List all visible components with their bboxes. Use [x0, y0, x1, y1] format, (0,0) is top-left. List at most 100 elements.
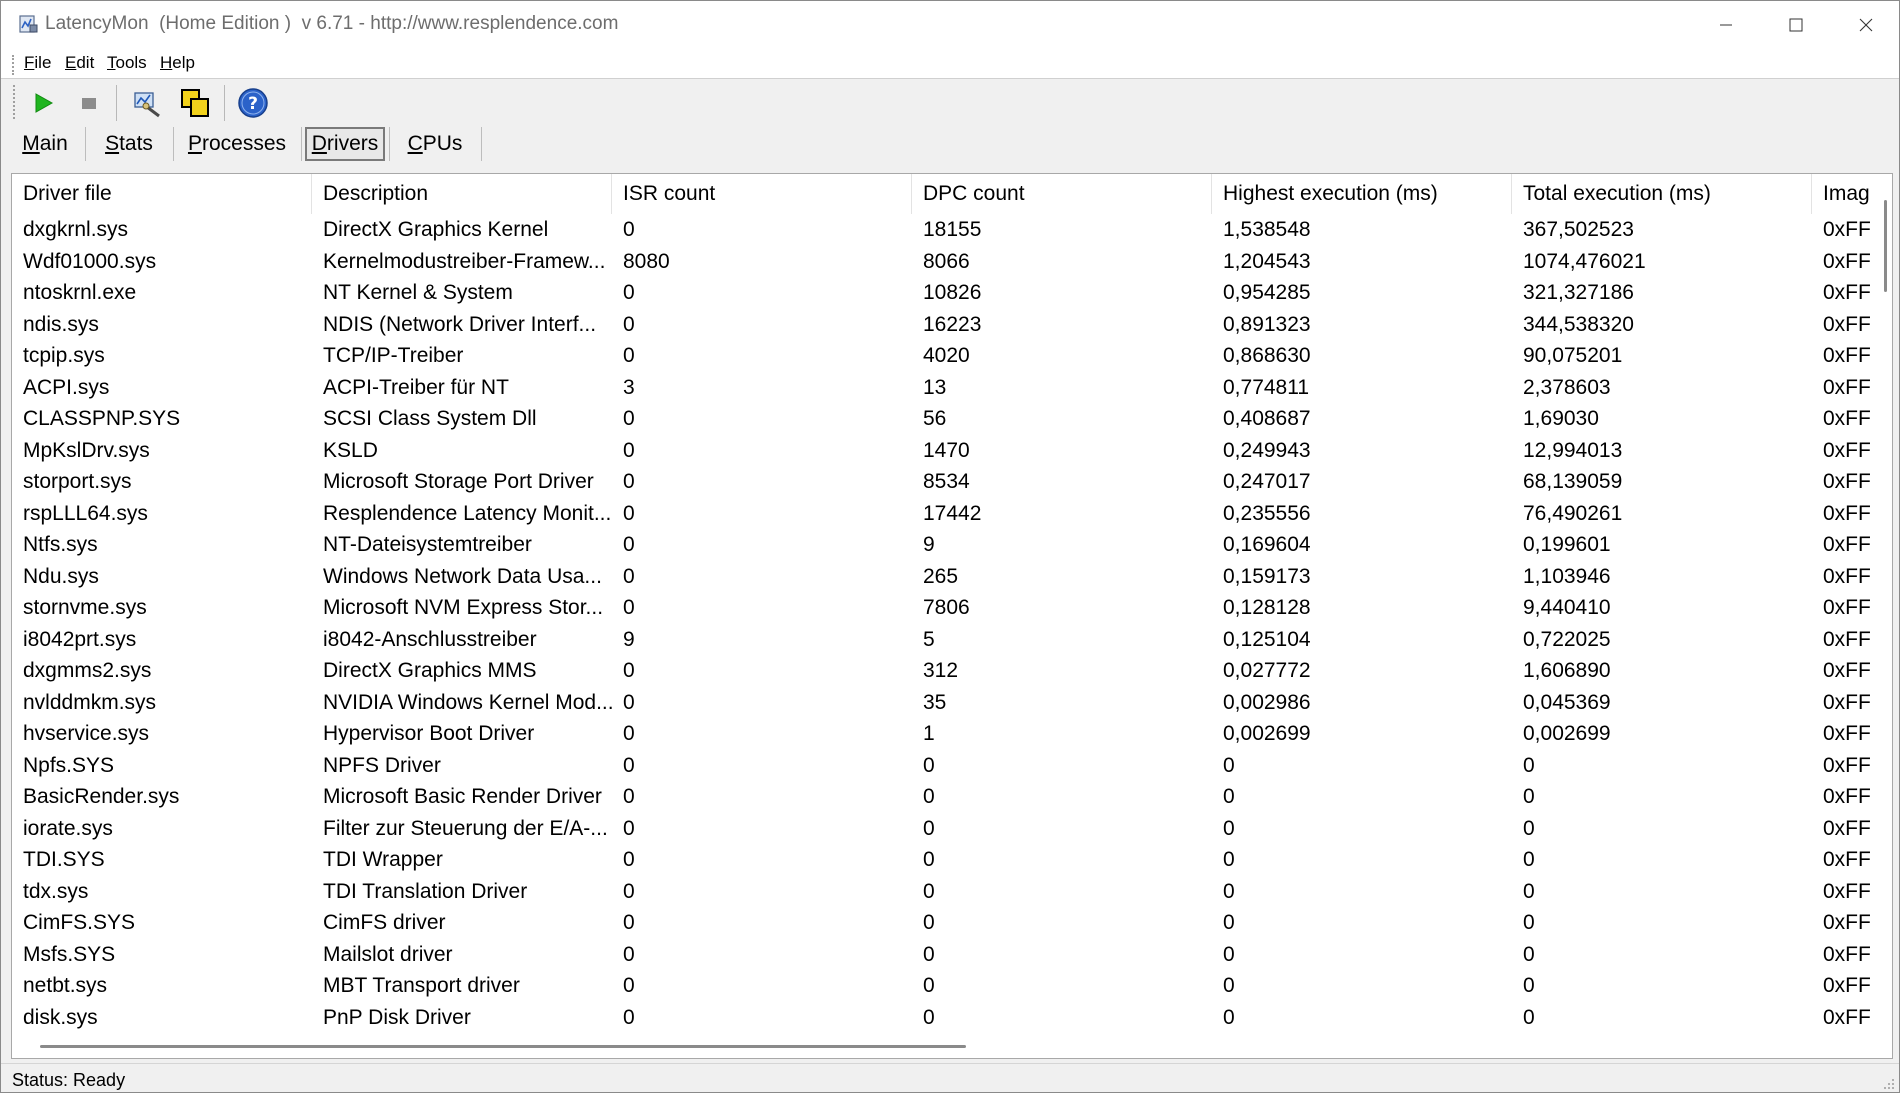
table-row[interactable]: netbt.sys MBT Transport driver 0 0 0 0 0xFF: [12, 970, 1880, 1002]
table-row[interactable]: i8042prt.sys i8042-Anschlusstreiber 9 5 0,12…: [12, 624, 1880, 656]
table-row[interactable]: Npfs.SYS NPFS Driver 0 0 0 0 0xFF: [12, 750, 1880, 782]
tab-stats[interactable]: Stats: [89, 127, 169, 161]
tab-separator: [481, 127, 482, 161]
dpc-count-cell: 8066: [923, 249, 970, 273]
table-row[interactable]: storport.sys Microsoft Storage Port Drive…: [12, 466, 1880, 498]
driver-file-cell: stornvme.sys: [23, 596, 147, 619]
table-row[interactable]: iorate.sys Filter zur Steuerung der E/A-.…: [12, 813, 1880, 845]
driver-file-cell: storport.sys: [23, 470, 132, 493]
tab-main[interactable]: Main: [9, 127, 81, 161]
table-row[interactable]: MpKslDrv.sys KSLD 0 1470 0,249943 12,994013 0x…: [12, 435, 1880, 467]
column-header-image[interactable]: Imag: [1812, 174, 1880, 214]
dpc-count-cell: 0: [923, 911, 935, 934]
table-row[interactable]: BasicRender.sys Microsoft Basic Render Dr…: [12, 781, 1880, 813]
highest-execution-cell: 0: [1223, 911, 1235, 934]
description-cell: Hypervisor Boot Driver: [323, 722, 535, 745]
image-cell: 0xFF: [1823, 911, 1871, 934]
table-row[interactable]: Ntfs.sys NT-Dateisystemtreiber 0 9 0,169604 0…: [12, 529, 1880, 561]
table-row[interactable]: CimFS.SYS CimFS driver 0 0 0 0 0xFF: [12, 907, 1880, 939]
tab-cpus[interactable]: C PUs: [393, 127, 477, 161]
table-row[interactable]: tdx.sys TDI Translation Driver 0 0 0 0 0xFF: [12, 876, 1880, 908]
highest-execution-cell: 0,125104: [1223, 627, 1311, 651]
help-button[interactable]: ?: [235, 85, 271, 121]
maximize-button[interactable]: [1761, 1, 1831, 49]
menu-edit-mnemonic: E: [65, 53, 77, 72]
total-execution-cell: 0: [1523, 848, 1535, 871]
description-cell: KSLD: [323, 438, 378, 462]
table-row[interactable]: hvservice.sys Hypervisor Boot Driver 0 1 0,0…: [12, 718, 1880, 750]
tab-separator: [301, 127, 302, 161]
dpc-count-cell: 0: [923, 816, 935, 840]
dpc-count-cell: 265: [923, 564, 959, 588]
table-row[interactable]: ACPI.sys ACPI-Treiber für NT 3 13 0,774811 2,…: [12, 372, 1880, 404]
minimize-button[interactable]: [1691, 1, 1761, 49]
total-execution-cell: 0: [1523, 785, 1535, 808]
copy-button[interactable]: [177, 85, 213, 121]
table-row[interactable]: disk.sys PnP Disk Driver 0 0 0 0 0xFF: [12, 1002, 1880, 1034]
table-row[interactable]: ntoskrnl.exe NT Kernel & System 0 10826 0,95…: [12, 277, 1880, 309]
driver-file-cell: netbt.sys: [23, 974, 108, 997]
table-row[interactable]: Wdf01000.sys Kernelmodustreiber-Framew...…: [12, 246, 1880, 278]
highest-execution-cell: 0: [1223, 816, 1235, 840]
table-row[interactable]: tcpip.sys TCP/IP-Treiber 0 4020 0,868630 90,0…: [12, 340, 1880, 372]
image-cell: 0xFF: [1823, 470, 1871, 493]
vertical-scroll-thumb[interactable]: [1884, 200, 1887, 292]
menu-edit[interactable]: Edit: [65, 53, 94, 73]
menu-help-label: elp: [172, 53, 195, 72]
menu-help[interactable]: Help: [160, 53, 195, 73]
table-row[interactable]: dxgkrnl.sys DirectX Graphics Kernel 0 18155…: [12, 214, 1880, 246]
column-header-total-execution[interactable]: Total execution (ms): [1512, 174, 1812, 214]
resize-grip-icon[interactable]: [1881, 1076, 1895, 1090]
table-row[interactable]: CLASSPNP.SYS SCSI Class System Dll 0 56 0,40…: [12, 403, 1880, 435]
image-cell: 0xFF: [1823, 848, 1871, 871]
close-button[interactable]: [1831, 1, 1899, 49]
tab-processes[interactable]: Processes: [177, 127, 297, 161]
table-row[interactable]: Ndu.sys Windows Network Data Usa... 0 265 0,…: [12, 561, 1880, 593]
stop-icon: [82, 98, 96, 109]
highest-execution-cell: 0: [1223, 974, 1235, 997]
driver-file-cell: ACPI.sys: [23, 375, 110, 399]
copy-icon: [181, 89, 209, 117]
horizontal-scroll-thumb[interactable]: [40, 1045, 966, 1048]
svg-text:?: ?: [248, 94, 258, 114]
dpc-count-cell: 7806: [923, 596, 970, 619]
start-button[interactable]: [25, 85, 61, 121]
column-header-dpc-count[interactable]: DPC count: [912, 174, 1212, 214]
isr-count-cell: 0: [623, 438, 635, 462]
description-cell: NT Kernel & System: [323, 281, 513, 304]
table-row[interactable]: nvlddmkm.sys NVIDIA Windows Kernel Mod...…: [12, 687, 1880, 719]
column-header-isr-count[interactable]: ISR count: [612, 174, 912, 214]
driver-file-cell: tcpip.sys: [23, 344, 105, 367]
dpc-count-cell: 13: [923, 375, 947, 399]
table-row[interactable]: dxgmms2.sys DirectX Graphics MMS 0 312 0,027…: [12, 655, 1880, 687]
menu-tools[interactable]: Tools: [107, 53, 147, 73]
image-cell: 0xFF: [1823, 407, 1871, 430]
menu-file-label: ile: [34, 53, 52, 72]
column-header-highest-execution[interactable]: Highest execution (ms): [1212, 174, 1512, 214]
menu-file[interactable]: File: [24, 53, 51, 73]
isr-count-cell: 0: [623, 218, 635, 241]
image-cell: 0xFF: [1823, 375, 1871, 399]
horizontal-scrollbar[interactable]: [12, 1036, 1880, 1058]
driver-file-cell: dxgkrnl.sys: [23, 218, 129, 241]
title-bar[interactable]: LatencyMon (Home Edition ) v 6.71 - http…: [1, 1, 1899, 49]
table-row[interactable]: ndis.sys NDIS (Network Driver Interf... 0 1…: [12, 309, 1880, 341]
image-cell: 0xFF: [1823, 281, 1871, 304]
table-row[interactable]: Msfs.SYS Mailslot driver 0 0 0 0 0xFF: [12, 939, 1880, 971]
column-header-description[interactable]: Description: [312, 174, 612, 214]
vertical-scrollbar[interactable]: [1880, 174, 1892, 1058]
toolbar-tool-button[interactable]: [129, 85, 165, 121]
table-row[interactable]: rspLLL64.sys Resplendence Latency Monit..…: [12, 498, 1880, 530]
total-execution-cell: 0: [1523, 974, 1535, 997]
table-row[interactable]: stornvme.sys Microsoft NVM Express Stor..…: [12, 592, 1880, 624]
image-cell: 0xFF: [1823, 249, 1871, 273]
tab-processes-mnemonic: P: [187, 132, 202, 155]
dpc-count-cell: 17442: [923, 501, 982, 525]
total-execution-cell: 1,606890: [1523, 659, 1611, 682]
dpc-count-cell: 4020: [923, 344, 970, 367]
column-header-driver-file[interactable]: Driver file: [12, 174, 312, 214]
stop-button[interactable]: [71, 85, 107, 121]
table-row[interactable]: TDI.SYS TDI Wrapper 0 0 0 0 0xFF: [12, 844, 1880, 876]
dpc-count-cell: 9: [923, 533, 935, 556]
tab-drivers[interactable]: Drivers: [305, 127, 385, 161]
